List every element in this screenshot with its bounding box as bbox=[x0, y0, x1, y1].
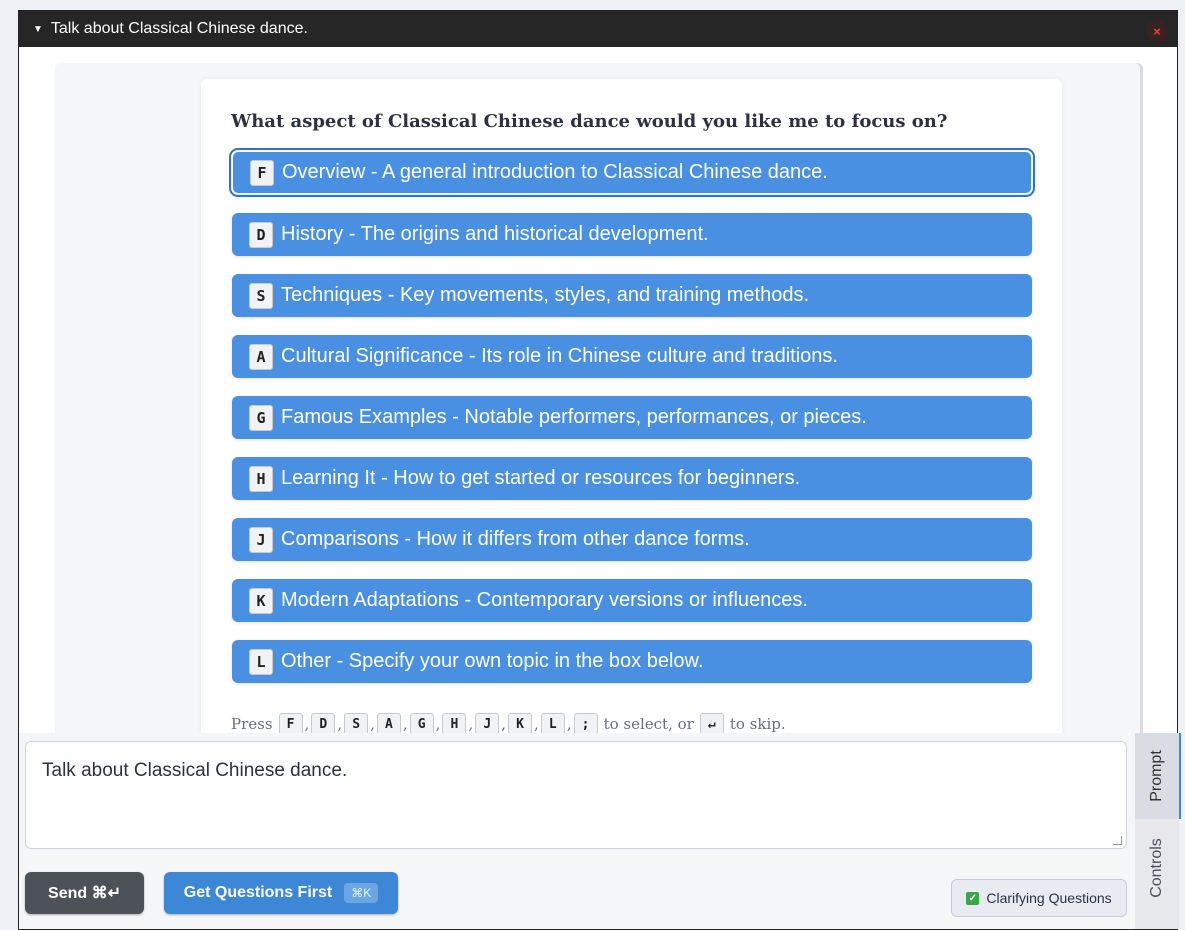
hint-suffix: to skip. bbox=[729, 715, 786, 733]
option-button[interactable]: G Famous Examples - Notable performers, p… bbox=[232, 396, 1032, 439]
resize-grip-icon[interactable] bbox=[1113, 836, 1122, 845]
hint-key: S bbox=[344, 713, 369, 733]
option-label: Overview - A general introduction to Cla… bbox=[282, 161, 828, 183]
hint-key: G bbox=[409, 713, 434, 733]
hint-separator: , bbox=[468, 715, 474, 733]
option-button[interactable]: F Overview - A general introduction to Cl… bbox=[229, 148, 1035, 197]
option-label: Techniques - Key movements, styles, and … bbox=[281, 284, 810, 306]
hint-key: J bbox=[475, 713, 500, 733]
send-button[interactable]: Send ⌘↵ bbox=[25, 872, 144, 914]
option-label: Comparisons - How it differs from other … bbox=[281, 528, 750, 550]
content-area: What aspect of Classical Chinese dance w… bbox=[19, 47, 1177, 733]
option-key-badge: A bbox=[249, 343, 273, 370]
option-key-badge: G bbox=[249, 404, 273, 431]
tab-prompt-label: Prompt bbox=[1148, 750, 1166, 802]
prompt-text: Talk about Classical Chinese dance. bbox=[42, 760, 348, 781]
option-key-badge: F bbox=[250, 159, 274, 186]
option-key-badge: S bbox=[249, 282, 273, 309]
hint-separator: , bbox=[435, 715, 441, 733]
clarifying-questions-toggle[interactable]: ✓ Clarifying Questions bbox=[951, 879, 1127, 917]
hint-skip-key: ↵ bbox=[699, 713, 724, 733]
option-button[interactable]: K Modern Adaptations - Contemporary versi… bbox=[232, 579, 1032, 622]
collapse-caret-icon[interactable]: ▼ bbox=[33, 24, 43, 35]
option-key-badge: K bbox=[249, 587, 273, 614]
hint-key: H bbox=[442, 713, 467, 733]
hint-middle: to select, or bbox=[603, 715, 694, 733]
keyboard-hint: Press F, D, S, A, G, H, J, K, L,; to select, or ↵ to… bbox=[231, 713, 786, 733]
option-label: Famous Examples - Notable performers, pe… bbox=[281, 406, 867, 428]
hint-separator: , bbox=[370, 715, 375, 733]
question-card: What aspect of Classical Chinese dance w… bbox=[201, 79, 1062, 733]
option-button[interactable]: H Learning It - How to get started or res… bbox=[232, 457, 1032, 500]
tab-controls-label: Controls bbox=[1148, 838, 1166, 898]
hint-prefix: Press bbox=[231, 715, 273, 733]
hint-key: F bbox=[278, 713, 303, 733]
window-title: Talk about Classical Chinese dance. bbox=[50, 20, 308, 37]
get-questions-label: Get Questions First bbox=[183, 884, 333, 901]
tab-controls[interactable]: Controls bbox=[1135, 825, 1179, 911]
option-button[interactable]: S Techniques - Key movements, styles, and… bbox=[232, 274, 1032, 317]
hint-key: L bbox=[540, 713, 565, 733]
hint-key: A bbox=[376, 713, 401, 733]
hint-key: K bbox=[508, 713, 533, 733]
option-button[interactable]: J Comparisons - How it differs from other… bbox=[232, 518, 1032, 561]
close-icon[interactable]: × bbox=[1146, 20, 1168, 42]
option-key-badge: L bbox=[249, 648, 273, 675]
option-button[interactable]: A Cultural Significance - Its role in Chi… bbox=[232, 335, 1032, 378]
option-key-badge: D bbox=[249, 221, 273, 248]
question-heading: What aspect of Classical Chinese dance w… bbox=[231, 111, 948, 132]
hint-separator: , bbox=[304, 715, 310, 733]
outer-card: What aspect of Classical Chinese dance w… bbox=[55, 63, 1140, 733]
prompt-panel: Talk about Classical Chinese dance. Send… bbox=[19, 733, 1181, 929]
titlebar: ▼ Talk about Classical Chinese dance. × bbox=[19, 11, 1177, 47]
option-key-badge: H bbox=[249, 465, 273, 492]
option-label: Other - Specify your own topic in the bo… bbox=[281, 650, 704, 672]
side-tabs: Prompt Controls bbox=[1135, 733, 1181, 929]
hint-key: ; bbox=[573, 713, 598, 733]
hint-separator: , bbox=[337, 715, 343, 733]
option-label: History - The origins and historical dev… bbox=[281, 223, 709, 245]
prompt-textarea[interactable]: Talk about Classical Chinese dance. bbox=[25, 741, 1127, 849]
option-label: Modern Adaptations - Contemporary versio… bbox=[281, 589, 808, 611]
tab-prompt[interactable]: Prompt bbox=[1135, 733, 1181, 819]
hint-separator: , bbox=[402, 715, 408, 733]
shortcut-badge: ⌘K bbox=[344, 883, 379, 903]
clarifying-questions-label: Clarifying Questions bbox=[986, 890, 1112, 906]
option-button[interactable]: D History - The origins and historical de… bbox=[232, 213, 1032, 256]
hint-separator: , bbox=[566, 715, 572, 733]
option-button[interactable]: L Other - Specify your own topic in the b… bbox=[232, 640, 1032, 683]
option-label: Learning It - How to get started or reso… bbox=[281, 467, 801, 489]
hint-separator: , bbox=[534, 715, 539, 733]
option-key-badge: J bbox=[249, 526, 273, 553]
dialog-window: ▼ Talk about Classical Chinese dance. × … bbox=[18, 10, 1181, 930]
hint-key: D bbox=[311, 713, 336, 733]
option-label: Cultural Significance - Its role in Chin… bbox=[281, 345, 838, 367]
checkbox-checked-icon[interactable]: ✓ bbox=[966, 891, 980, 905]
get-questions-button[interactable]: Get Questions First ⌘K bbox=[164, 872, 398, 914]
hint-separator: , bbox=[501, 715, 507, 733]
